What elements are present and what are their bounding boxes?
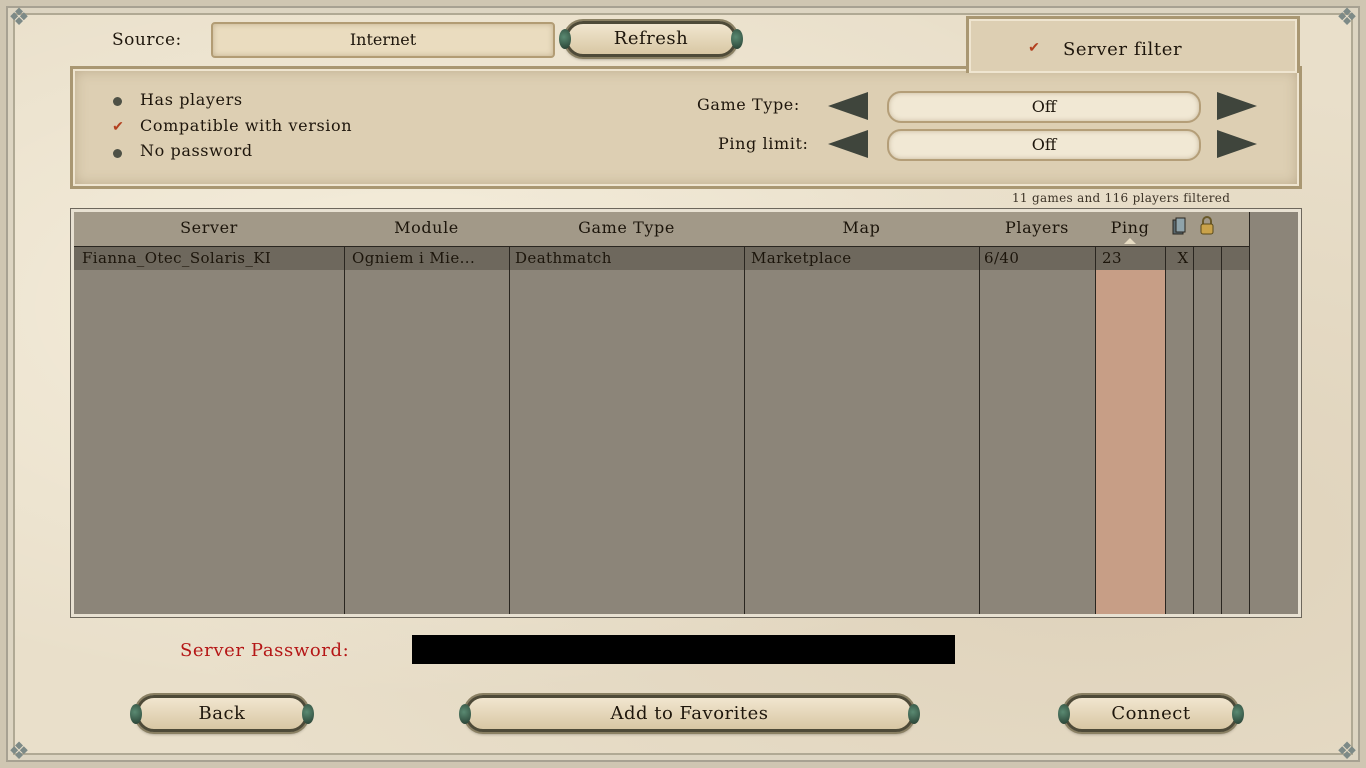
source-select[interactable]: Internet [211, 22, 555, 58]
column-version [1165, 212, 1194, 614]
header-game-type[interactable]: Game Type [509, 212, 745, 247]
checked-mark-icon[interactable]: ✔ [111, 120, 125, 134]
connect-button-label: Connect [1111, 703, 1191, 724]
column-game-type [509, 212, 745, 614]
server-password-label: Server Password: [180, 640, 350, 661]
ping-limit-select[interactable]: Off [887, 129, 1201, 161]
corner-ornament-icon: ❖ [1336, 737, 1358, 765]
back-button-label: Back [198, 703, 246, 724]
version-icon [1172, 217, 1186, 235]
corner-ornament-icon: ❖ [8, 737, 30, 765]
add-to-favorites-button[interactable]: Add to Favorites [459, 695, 920, 732]
refresh-button[interactable]: Refresh [559, 21, 743, 57]
column-lock [1193, 212, 1222, 614]
header-players[interactable]: Players [979, 212, 1096, 247]
game-type-select[interactable]: Off [887, 91, 1201, 123]
cell-server: Fianna_Otec_Solaris_KI [82, 249, 272, 267]
lock-icon [1200, 216, 1214, 235]
ping-limit-next-arrow-icon[interactable] [1217, 130, 1257, 158]
cell-module: Ogniem i Mie... [352, 249, 476, 267]
cell-map: Marketplace [751, 249, 852, 267]
cell-players: 6/40 [984, 249, 1020, 267]
game-type-prev-arrow-icon[interactable] [828, 92, 868, 120]
add-to-favorites-label: Add to Favorites [610, 703, 769, 724]
back-button[interactable]: Back [130, 695, 314, 732]
column-ping [1095, 212, 1166, 614]
header-extra [1221, 212, 1250, 247]
column-map [744, 212, 980, 614]
game-type-next-arrow-icon[interactable] [1217, 92, 1257, 120]
filter-option-label: Compatible with version [140, 116, 353, 135]
unchecked-dot-icon[interactable] [113, 149, 122, 158]
header-version[interactable] [1165, 212, 1194, 247]
column-extra [1221, 212, 1250, 614]
sort-ascending-icon [1124, 238, 1136, 244]
filter-option-label: No password [140, 141, 253, 160]
cell-ping: 23 [1102, 249, 1122, 267]
cell-game-type: Deathmatch [515, 249, 612, 267]
server-filter-tab[interactable]: ✔ Server filter [966, 16, 1300, 73]
refresh-button-label: Refresh [613, 28, 689, 49]
column-module [344, 212, 510, 614]
server-list-table[interactable]: Server Module Game Type Map Players Ping… [71, 209, 1301, 617]
corner-ornament-icon: ❖ [1336, 3, 1358, 31]
server-filter-title: Server filter [1063, 39, 1183, 60]
corner-ornament-icon: ❖ [8, 3, 30, 31]
ping-limit-prev-arrow-icon[interactable] [828, 130, 868, 158]
filter-option-label: Has players [140, 90, 243, 109]
header-lock[interactable] [1193, 212, 1222, 247]
connect-button[interactable]: Connect [1058, 695, 1244, 732]
filter-enabled-check-icon[interactable]: ✔ [1027, 41, 1041, 55]
header-server[interactable]: Server [74, 212, 345, 247]
column-server [74, 212, 345, 614]
game-type-label: Game Type: [697, 95, 800, 114]
cell-version-mark: X [1177, 249, 1189, 267]
server-password-input[interactable] [412, 635, 955, 664]
column-players [979, 212, 1096, 614]
cell-lock-mark [1201, 247, 1221, 270]
source-label: Source: [112, 30, 182, 50]
ping-limit-label: Ping limit: [718, 134, 809, 153]
filter-summary: 11 games and 116 players filtered [1012, 191, 1231, 205]
header-module[interactable]: Module [344, 212, 510, 247]
unchecked-dot-icon[interactable] [113, 97, 122, 106]
header-map[interactable]: Map [744, 212, 980, 247]
